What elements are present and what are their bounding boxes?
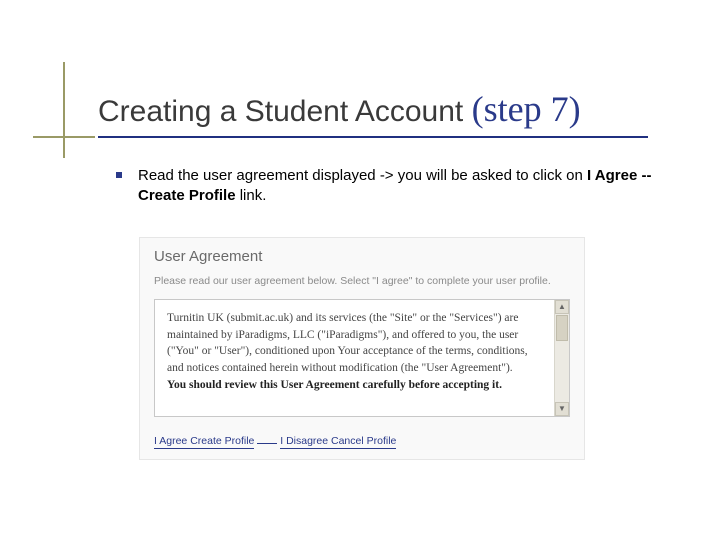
scrollbar-track[interactable]: ▲ ▼ xyxy=(554,300,569,416)
slide-title: Creating a Student Account (step 7) xyxy=(98,88,581,130)
agreement-text-box: Turnitin UK (submit.ac.uk) and its servi… xyxy=(154,299,570,417)
user-agreement-subheading: Please read our user agreement below. Se… xyxy=(154,275,570,287)
slide: Creating a Student Account (step 7) Read… xyxy=(0,0,720,540)
scroll-down-icon[interactable]: ▼ xyxy=(555,402,569,416)
title-main: Creating a Student Account xyxy=(98,95,463,128)
embedded-screenshot: User Agreement Please read our user agre… xyxy=(140,238,584,459)
agreement-body-text: Turnitin UK (submit.ac.uk) and its servi… xyxy=(167,310,545,377)
link-spacer xyxy=(257,442,277,444)
agree-create-profile-link[interactable]: I Agree Create Profile xyxy=(154,435,254,449)
decor-horizontal-line xyxy=(33,136,95,138)
bullet-text-after: link. xyxy=(236,187,267,204)
scroll-thumb[interactable] xyxy=(556,315,568,341)
user-agreement-heading: User Agreement xyxy=(154,248,570,265)
square-bullet-icon xyxy=(116,172,122,178)
bullet-text: Read the user agreement displayed -> you… xyxy=(138,166,678,207)
agreement-action-links: I Agree Create Profile I Disagree Cancel… xyxy=(154,435,570,447)
title-underline xyxy=(98,136,648,138)
agreement-emphasis-text: You should review this User Agreement ca… xyxy=(167,377,545,394)
title-step: (step 7) xyxy=(472,89,581,129)
disagree-cancel-profile-link[interactable]: I Disagree Cancel Profile xyxy=(280,435,396,449)
decor-vertical-line xyxy=(63,62,65,158)
bullet-text-before: Read the user agreement displayed -> you… xyxy=(138,167,587,184)
embedded-inner: User Agreement Please read our user agre… xyxy=(140,238,584,459)
scroll-up-icon[interactable]: ▲ xyxy=(555,300,569,314)
bullet-item: Read the user agreement displayed -> you… xyxy=(118,166,678,207)
